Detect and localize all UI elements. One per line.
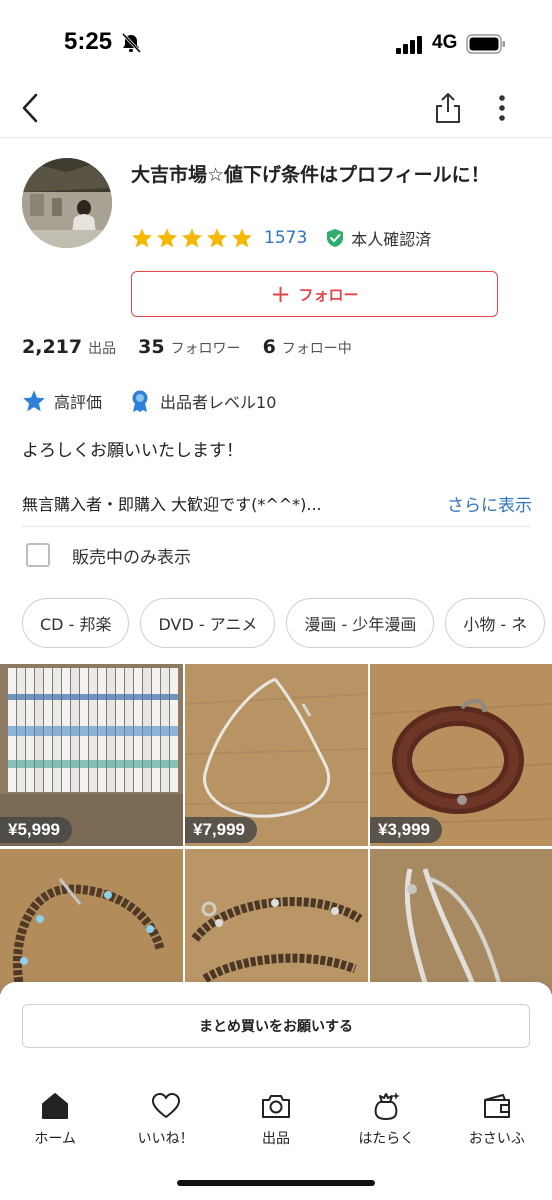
badges-row: 高評価 出品者レベル10 (22, 386, 302, 416)
tab-label: いいね！ (137, 1131, 194, 1147)
price-tag: ¥5,999 (0, 817, 72, 843)
home-indicator[interactable] (177, 1180, 375, 1186)
tab-sell[interactable]: 出品 (221, 1090, 331, 1152)
chip-accessories[interactable]: 小物 - ネ (445, 598, 546, 648)
tab-label: ホーム (34, 1131, 76, 1147)
product-tile[interactable]: ¥5,999 (0, 664, 183, 846)
avatar-photo (22, 158, 112, 248)
verified-shield-icon (327, 229, 344, 247)
follow-label: フォロー (298, 285, 359, 304)
stats-row: 2,217 出品 35 フォロワー 6 フォロー中 (22, 336, 374, 368)
stat-items-label[interactable]: 出品 (88, 338, 116, 358)
bag-icon (375, 1092, 401, 1120)
back-button[interactable] (12, 88, 48, 128)
status-bar: 5:25 4G (0, 0, 552, 90)
onsale-label: 販売中のみ表示 (72, 547, 191, 568)
tab-wallet[interactable]: おさいふ (442, 1090, 552, 1152)
star-icon (232, 228, 252, 248)
star-icon (157, 228, 177, 248)
shop-name: 大吉市場☆値下げ条件はプロフィールに！ (131, 164, 490, 186)
tab-likes[interactable]: いいね！ (110, 1090, 220, 1152)
stat-followers-count[interactable]: 35 (138, 336, 164, 358)
product-tile[interactable]: ¥3,999 (370, 664, 552, 846)
stat-followers-label[interactable]: フォロワー (171, 338, 241, 358)
battery-icon (466, 34, 505, 54)
price-tag: ¥3,999 (370, 817, 442, 843)
tab-label: はたらく (358, 1131, 415, 1147)
tab-bar: ホーム いいね！ 出品 はたらく おさいふ (0, 1090, 552, 1152)
tab-home[interactable]: ホーム (0, 1090, 110, 1152)
signal-icon (396, 36, 422, 54)
stat-items-count[interactable]: 2,217 (22, 336, 82, 358)
product-image-beaded-necklace (185, 849, 368, 994)
chip-manga-shonen[interactable]: 漫画 - 少年漫画 (286, 598, 435, 648)
seller-level-badge: 出品者レベル10 (160, 393, 277, 412)
bottom-sheet: まとめ買いをお願いする ホーム いいね！ 出品 はたらく おさいふ (0, 982, 552, 1200)
star-icon (182, 228, 202, 248)
chip-cd-jpop[interactable]: CD - 邦楽 (22, 598, 130, 648)
share-button[interactable] (430, 88, 466, 128)
high-rating-badge: 高評価 (54, 393, 103, 412)
verified-label: 本人確認済 (351, 230, 432, 249)
share-icon (436, 93, 460, 123)
product-grid: ¥5,999 ¥7,999 ¥3,999 (0, 664, 552, 994)
more-button[interactable] (486, 88, 518, 128)
product-image-silver-chain (370, 849, 552, 994)
wallet-icon (483, 1094, 510, 1118)
bio-greeting: よろしくお願いいたします！ (22, 441, 243, 461)
chevron-left-icon (22, 93, 38, 123)
bio-row: 無言購入者・即購入 大歓迎です(*^^*)... さらに表示 (22, 488, 532, 518)
rating-row[interactable]: 1573 本人確認済 (131, 224, 431, 252)
onsale-filter[interactable]: 販売中のみ表示 (26, 540, 191, 570)
product-image-beaded-necklace (0, 849, 183, 994)
onsale-checkbox[interactable] (26, 543, 50, 567)
stat-following-label[interactable]: フォロー中 (282, 338, 352, 358)
product-tile[interactable] (0, 849, 183, 994)
tab-work[interactable]: はたらく (331, 1090, 441, 1152)
medal-icon (132, 390, 148, 412)
bell-off-icon (121, 33, 142, 53)
show-more-link[interactable]: さらに表示 (447, 491, 532, 516)
star-icon (132, 228, 152, 248)
tab-label: おさいふ (468, 1131, 525, 1147)
star-icon (23, 390, 45, 412)
avatar[interactable] (22, 158, 112, 248)
camera-icon (262, 1095, 291, 1118)
bio-excerpt: 無言購入者・即購入 大歓迎です(*^^*)... (22, 495, 322, 514)
more-vertical-icon (499, 95, 505, 121)
status-time: 5:25 (64, 28, 113, 55)
nav-bar (0, 78, 552, 138)
product-tile[interactable] (185, 849, 368, 994)
rating-count[interactable]: 1573 (264, 228, 307, 248)
product-tile[interactable] (370, 849, 552, 994)
bundle-request-button[interactable]: まとめ買いをお願いする (22, 1004, 530, 1048)
category-chips: CD - 邦楽 DVD - アニメ 漫画 - 少年漫画 小物 - ネ (22, 598, 552, 648)
heart-icon (151, 1093, 180, 1118)
star-icon (207, 228, 227, 248)
follow-button[interactable]: + フォロー (131, 271, 498, 317)
stat-following-count[interactable]: 6 (263, 336, 276, 358)
chip-dvd-anime[interactable]: DVD - アニメ (140, 598, 276, 648)
divider (22, 526, 530, 527)
plus-icon: + (270, 280, 291, 308)
product-tile[interactable]: ¥7,999 (185, 664, 368, 846)
tab-label: 出品 (262, 1131, 291, 1147)
network-label: 4G (432, 32, 458, 53)
home-icon (42, 1093, 69, 1119)
price-tag: ¥7,999 (185, 817, 257, 843)
